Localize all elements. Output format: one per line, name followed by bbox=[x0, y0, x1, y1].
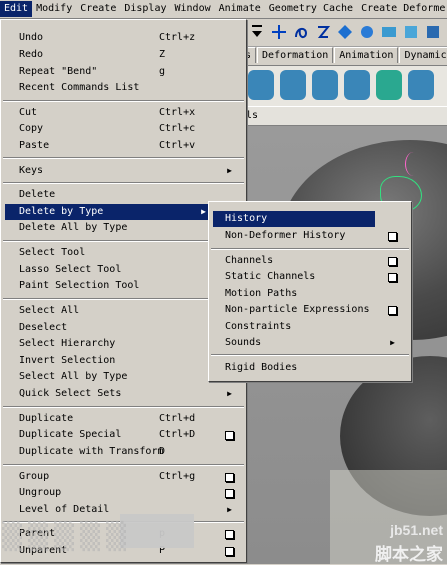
tab-deformation[interactable]: Deformation bbox=[257, 47, 334, 63]
watermark-logo: 脚本之家 bbox=[375, 545, 443, 565]
menu-divider-icon[interactable] bbox=[248, 23, 266, 41]
add-icon[interactable] bbox=[270, 23, 288, 41]
menu-item-duplicate-special[interactable]: Duplicate Special Ctrl+D bbox=[5, 427, 242, 443]
menu-edit[interactable]: Edit bbox=[0, 1, 33, 17]
wire-icon[interactable] bbox=[344, 70, 370, 100]
option-box-icon[interactable] bbox=[225, 473, 234, 482]
nonlinear-bend-icon[interactable] bbox=[248, 70, 274, 100]
menu-item-quick-select-sets[interactable]: Quick Select Sets ▶ bbox=[5, 386, 242, 402]
wrap-icon[interactable] bbox=[408, 70, 434, 100]
watermark-site: jb51.net bbox=[390, 522, 443, 538]
tab-animation[interactable]: Animation bbox=[334, 47, 399, 63]
submenu-arrow-icon: ▶ bbox=[201, 207, 206, 216]
menu-item-paste[interactable]: Paste Ctrl+v bbox=[5, 138, 242, 154]
sculpt-icon[interactable] bbox=[376, 70, 402, 100]
menu-item-invert-selection[interactable]: Invert Selection bbox=[5, 353, 242, 369]
menu-item-select-hierarchy[interactable]: Select Hierarchy bbox=[5, 336, 242, 352]
menu-item-select-all[interactable]: Select All bbox=[5, 303, 242, 319]
cluster-icon[interactable] bbox=[312, 70, 338, 100]
option-box-icon[interactable] bbox=[225, 431, 234, 440]
menu-item-group[interactable]: Group Ctrl+g bbox=[5, 469, 242, 485]
tab-dynamics[interactable]: Dynamics bbox=[399, 47, 447, 63]
menu-item-ungroup[interactable]: Ungroup bbox=[5, 485, 242, 501]
lattice-icon[interactable] bbox=[280, 70, 306, 100]
menu-item-motion-paths[interactable]: Motion Paths bbox=[213, 286, 407, 302]
option-box-icon[interactable] bbox=[225, 547, 234, 556]
menu-item-redo[interactable]: Redo Z bbox=[5, 47, 242, 63]
render-icon[interactable] bbox=[358, 23, 376, 41]
nurbs-curve bbox=[405, 152, 422, 176]
menu-display[interactable]: Display bbox=[120, 1, 170, 17]
menu-create-deformers[interactable]: Create Deformers bbox=[357, 1, 447, 17]
submenu-arrow-icon: ▶ bbox=[227, 166, 232, 175]
hypershade-icon[interactable] bbox=[424, 23, 442, 41]
status-line bbox=[240, 20, 447, 47]
menu-separator bbox=[3, 182, 244, 184]
menu-animate[interactable]: Animate bbox=[215, 1, 265, 17]
menu-separator bbox=[211, 248, 409, 250]
menu-item-channels[interactable]: Channels bbox=[213, 253, 407, 269]
option-box-icon[interactable] bbox=[388, 273, 397, 282]
menu-item-constraints[interactable]: Constraints bbox=[213, 319, 407, 335]
menu-separator bbox=[3, 406, 244, 408]
menu-bar: Edit Modify Create Display Window Animat… bbox=[0, 0, 447, 19]
option-box-icon[interactable] bbox=[388, 257, 397, 266]
menu-item-delete[interactable]: Delete bbox=[5, 187, 242, 203]
menu-item-history[interactable]: History bbox=[213, 211, 375, 227]
menu-item-undo[interactable]: Undo Ctrl+z bbox=[5, 30, 242, 46]
menu-item-cut[interactable]: Cut Ctrl+x bbox=[5, 105, 242, 121]
menu-item-select-tool[interactable]: Select Tool bbox=[5, 245, 242, 261]
shelf bbox=[240, 65, 447, 106]
menu-item-non-deformer-history[interactable]: Non-Deformer History bbox=[213, 228, 407, 244]
menu-item-copy[interactable]: Copy Ctrl+c bbox=[5, 121, 242, 137]
option-box-icon[interactable] bbox=[388, 306, 397, 315]
menu-create[interactable]: Create bbox=[76, 1, 120, 17]
submenu-arrow-icon: ▶ bbox=[227, 505, 232, 514]
menu-geometry-cache[interactable]: Geometry Cache bbox=[265, 1, 357, 17]
option-box-icon[interactable] bbox=[225, 489, 234, 498]
menu-separator bbox=[3, 157, 244, 159]
option-box-icon[interactable] bbox=[388, 232, 397, 241]
ipr-icon[interactable] bbox=[402, 23, 420, 41]
watermark-left: ▒▒▒▒▒ bbox=[2, 522, 132, 552]
submenu-arrow-icon: ▶ bbox=[390, 338, 395, 347]
menu-item-delete-all-by-type[interactable]: Delete All by Type ▶ bbox=[5, 220, 242, 236]
menu-separator bbox=[3, 464, 244, 466]
menu-item-delete-by-type[interactable]: Delete by Type ▶ bbox=[5, 204, 210, 220]
menu-window[interactable]: Window bbox=[171, 1, 215, 17]
snap-point-icon[interactable] bbox=[314, 23, 332, 41]
menu-separator bbox=[211, 354, 409, 356]
menu-item-paint-selection-tool[interactable]: Paint Selection Tool bbox=[5, 278, 242, 294]
snap-curve-icon[interactable] bbox=[292, 23, 310, 41]
menu-separator bbox=[3, 100, 244, 102]
option-box-icon[interactable] bbox=[225, 530, 234, 539]
shelf-tabs: s Deformation Animation Dynamics bbox=[240, 47, 447, 65]
menu-item-deselect[interactable]: Deselect bbox=[5, 320, 242, 336]
menu-item-duplicate[interactable]: Duplicate Ctrl+d bbox=[5, 411, 242, 427]
delete-by-type-submenu: History Non-Deformer History Channels St… bbox=[208, 201, 412, 382]
menu-item-select-all-by-type[interactable]: Select All by Type ▶ bbox=[5, 369, 242, 385]
menu-item-sounds[interactable]: Sounds ▶ bbox=[213, 335, 407, 351]
submenu-arrow-icon: ▶ bbox=[227, 389, 232, 398]
menu-item-recent-commands[interactable]: Recent Commands List bbox=[5, 80, 242, 96]
snap-surface-icon[interactable] bbox=[336, 23, 354, 41]
menu-item-rigid-bodies[interactable]: Rigid Bodies bbox=[213, 360, 407, 376]
menu-item-keys[interactable]: Keys ▶ bbox=[5, 163, 242, 179]
menu-modify[interactable]: Modify bbox=[32, 1, 76, 17]
menu-item-static-channels[interactable]: Static Channels bbox=[213, 269, 407, 285]
render-settings-icon[interactable] bbox=[380, 23, 398, 41]
menu-item-duplicate-with-transform[interactable]: Duplicate with Transform D bbox=[5, 444, 242, 460]
menu-item-lasso-select-tool[interactable]: Lasso Select Tool bbox=[5, 262, 242, 278]
viewport-menu: els bbox=[240, 106, 447, 126]
menu-item-non-particle-expressions[interactable]: Non-particle Expressions bbox=[213, 302, 407, 318]
menu-item-repeat[interactable]: Repeat "Bend" g bbox=[5, 64, 242, 80]
